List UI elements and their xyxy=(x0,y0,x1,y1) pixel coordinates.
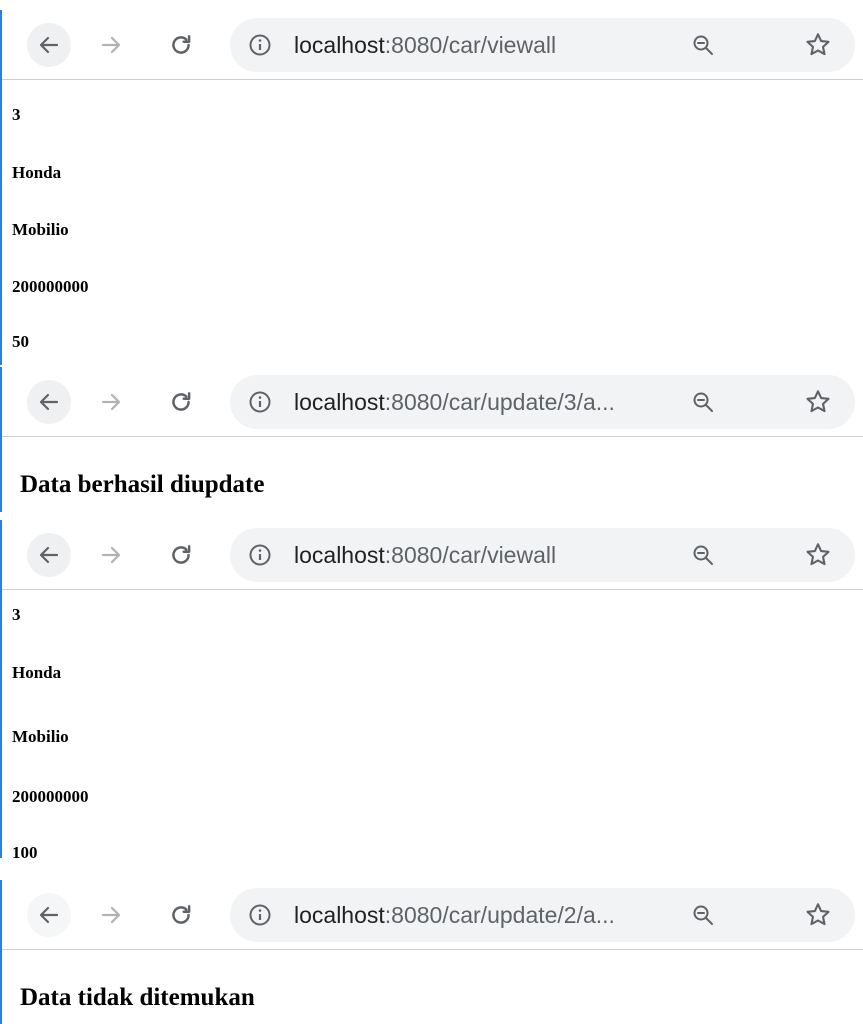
forward-button[interactable] xyxy=(89,23,133,67)
url-text[interactable]: localhost:8080/car/viewall xyxy=(294,528,556,582)
url-host: localhost xyxy=(294,902,385,928)
back-button[interactable] xyxy=(27,893,71,937)
bookmark-star-icon[interactable] xyxy=(804,901,832,929)
url-host: localhost xyxy=(294,542,385,568)
address-bar[interactable]: localhost:8080/car/viewall xyxy=(230,18,855,72)
update-status-message: Data tidak ditemukan xyxy=(20,984,255,1011)
url-text[interactable]: localhost:8080/car/update/2/a... xyxy=(294,888,615,942)
address-bar[interactable]: localhost:8080/car/update/3/a... xyxy=(230,375,855,429)
reload-icon xyxy=(172,905,191,924)
car-price: 200000000 xyxy=(12,277,89,296)
page-content: 3 Honda xyxy=(2,590,863,707)
reload-button[interactable] xyxy=(159,533,203,577)
car-model: Mobilio xyxy=(12,727,69,746)
browser-screen-3-content-2: 200000000 100 xyxy=(0,763,863,858)
zoom-out-icon[interactable] xyxy=(691,390,715,414)
info-icon[interactable] xyxy=(248,33,272,57)
url-host: localhost xyxy=(294,389,385,415)
url-text[interactable]: localhost:8080/car/update/3/a... xyxy=(294,375,615,429)
back-button[interactable] xyxy=(27,380,71,424)
url-path: :8080/car/viewall xyxy=(384,32,557,58)
url-path: :8080/car/update/3/a... xyxy=(384,389,615,415)
browser-toolbar: localhost:8080/car/update/3/a... xyxy=(2,367,863,437)
back-arrow-icon xyxy=(39,546,59,564)
url-path: :8080/car/viewall xyxy=(384,542,557,568)
forward-arrow-icon xyxy=(101,546,121,564)
url-text[interactable]: localhost:8080/car/viewall xyxy=(294,18,556,72)
back-button[interactable] xyxy=(27,533,71,577)
reload-button[interactable] xyxy=(159,380,203,424)
car-brand: Honda xyxy=(12,163,62,182)
info-icon[interactable] xyxy=(248,903,272,927)
car-brand: Honda xyxy=(12,663,62,682)
reload-button[interactable] xyxy=(159,893,203,937)
bookmark-star-icon[interactable] xyxy=(804,388,832,416)
page-content: Data tidak ditemukan xyxy=(2,950,863,1024)
car-model: Mobilio xyxy=(12,220,69,239)
browser-screen-4: localhost:8080/car/update/2/a... Data ti… xyxy=(0,880,863,1024)
zoom-out-icon[interactable] xyxy=(691,543,715,567)
back-arrow-icon xyxy=(39,393,59,411)
forward-button[interactable] xyxy=(89,380,133,424)
reload-button[interactable] xyxy=(159,23,203,67)
browser-toolbar: localhost:8080/car/viewall xyxy=(2,10,863,80)
info-icon[interactable] xyxy=(248,390,272,414)
car-id: 3 xyxy=(12,605,21,624)
page-content: 3 Honda Mobilio 200000000 50 xyxy=(2,80,863,365)
zoom-out-icon[interactable] xyxy=(691,903,715,927)
back-arrow-icon xyxy=(39,906,59,924)
url-path: :8080/car/update/2/a... xyxy=(384,902,615,928)
update-status-message: Data berhasil diupdate xyxy=(20,471,265,498)
bookmark-star-icon[interactable] xyxy=(804,541,832,569)
page-content: Data berhasil diupdate xyxy=(2,437,863,512)
forward-arrow-icon xyxy=(101,36,121,54)
bookmark-star-icon[interactable] xyxy=(804,31,832,59)
url-host: localhost xyxy=(294,32,385,58)
address-bar[interactable]: localhost:8080/car/viewall xyxy=(230,528,855,582)
car-amount: 100 xyxy=(12,843,38,858)
browser-screen-1: localhost:8080/car/viewall 3 Honda Mobil… xyxy=(0,10,863,365)
reload-icon xyxy=(172,392,191,411)
address-bar[interactable]: localhost:8080/car/update/2/a... xyxy=(230,888,855,942)
reload-icon xyxy=(172,545,191,564)
info-icon[interactable] xyxy=(248,543,272,567)
forward-arrow-icon xyxy=(101,906,121,924)
browser-toolbar: localhost:8080/car/update/2/a... xyxy=(2,880,863,950)
browser-toolbar: localhost:8080/car/viewall xyxy=(2,520,863,590)
browser-screen-3-content: Mobilio xyxy=(0,707,863,763)
car-id: 3 xyxy=(12,105,21,124)
car-price: 200000000 xyxy=(12,787,89,806)
zoom-out-icon[interactable] xyxy=(691,33,715,57)
cropped-top-edge xyxy=(0,0,863,10)
forward-button[interactable] xyxy=(89,533,133,577)
browser-screen-3: localhost:8080/car/viewall 3 Honda xyxy=(0,520,863,707)
forward-arrow-icon xyxy=(101,393,121,411)
back-arrow-icon xyxy=(39,36,59,54)
forward-button[interactable] xyxy=(89,893,133,937)
reload-icon xyxy=(172,35,191,54)
back-button[interactable] xyxy=(27,23,71,67)
car-amount: 50 xyxy=(12,332,29,351)
browser-screen-2: localhost:8080/car/update/3/a... Data be… xyxy=(0,367,863,512)
